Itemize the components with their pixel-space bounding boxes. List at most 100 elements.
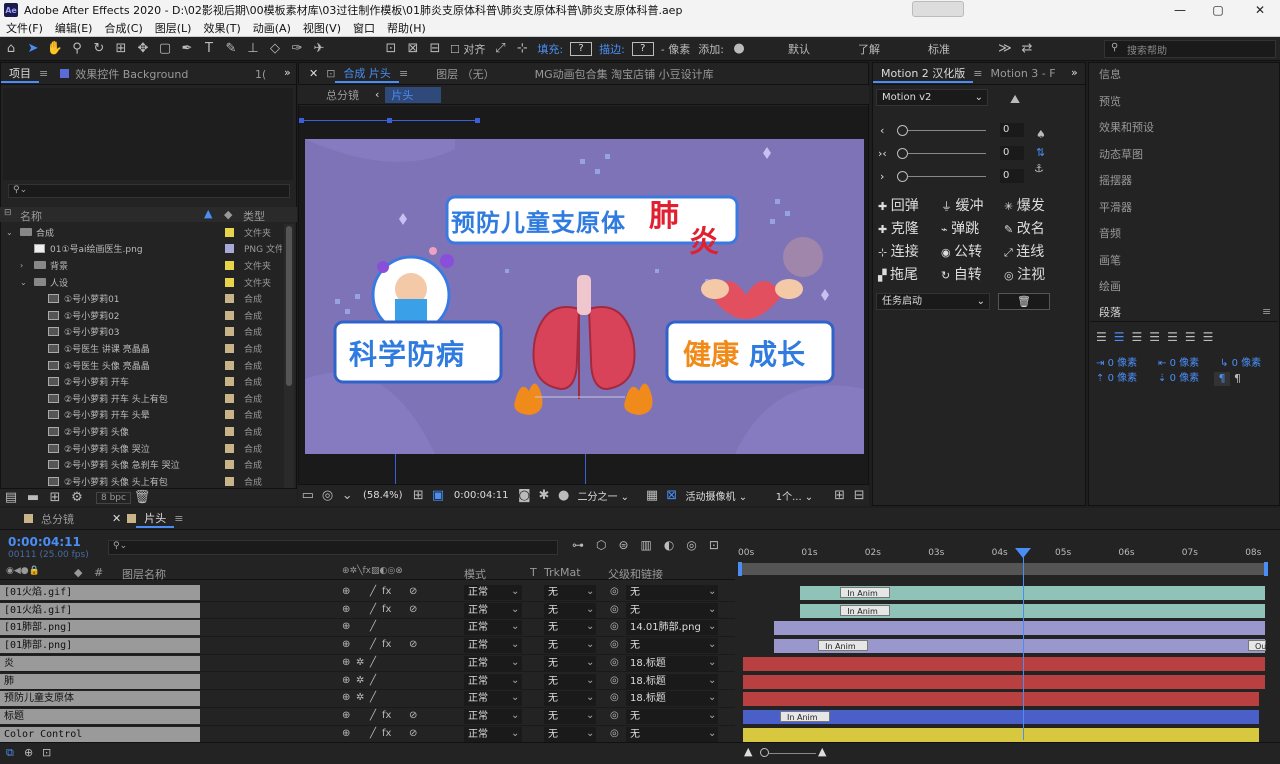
layer-track-bar[interactable]: [743, 656, 1266, 671]
close-button[interactable]: ✕: [1240, 0, 1280, 20]
layer-row[interactable]: ◉▢▢›14▣[01肺部.png]⊕╱fx⊘正常⌄无⌄◎无⌄: [0, 637, 735, 655]
fx-switch-icon[interactable]: fx: [382, 604, 391, 615]
rocket-icon[interactable]: ♠: [1036, 128, 1046, 141]
selection-tool-icon[interactable]: ➤: [22, 39, 44, 59]
layer-parent-select[interactable]: 18.标题: [626, 673, 718, 689]
motion-buffer-button[interactable]: ⏚ 缓冲: [941, 195, 984, 215]
motion-blur-icon[interactable]: ◐: [664, 538, 674, 552]
layer-parent-select[interactable]: 无: [626, 602, 718, 618]
layer-name[interactable]: [01肺部.png]: [0, 620, 200, 636]
motion-bounce-button[interactable]: ✚ 回弹: [878, 195, 919, 215]
motion-blur-switch-icon[interactable]: ⊘: [409, 604, 417, 615]
shy-switch-icon[interactable]: ⊕: [342, 675, 350, 686]
fx-switch-icon[interactable]: fx: [382, 586, 391, 597]
expand-arrow-icon[interactable]: ›: [20, 261, 23, 270]
panel-overflow-icon[interactable]: »: [284, 66, 291, 79]
work-area-end[interactable]: [1264, 562, 1268, 576]
snap-options-icon[interactable]: ⤢: [489, 39, 511, 59]
indent-first[interactable]: ↳ 0 像素: [1220, 354, 1261, 369]
toggle-switches-icon[interactable]: ⧉: [6, 746, 14, 760]
draft-3d-icon[interactable]: ⬡: [596, 538, 606, 552]
zoom-tool-icon[interactable]: ⚲: [66, 39, 88, 59]
zoom-out-icon[interactable]: ▲: [744, 745, 752, 758]
justify-left-icon[interactable]: ☰: [1149, 330, 1160, 344]
tab-mg-package[interactable]: MG动画包合集 淘宝店铺 小豆设计库: [527, 66, 722, 82]
eraser-tool-icon[interactable]: ◇: [264, 39, 286, 59]
justify-all-icon[interactable]: ☰: [1203, 330, 1214, 344]
workspace-learn[interactable]: 了解: [858, 41, 920, 57]
expand-arrow-icon[interactable]: ⌄: [6, 228, 13, 237]
layer-name[interactable]: Color Control: [0, 726, 200, 742]
slider-knob[interactable]: [897, 148, 908, 159]
shy-switch-icon[interactable]: ⊕: [342, 586, 350, 597]
indent-right[interactable]: ⇤ 0 像素: [1158, 354, 1199, 369]
pickwhip-icon[interactable]: ◎: [610, 621, 619, 632]
project-item[interactable]: › 背景 文件夹: [0, 257, 282, 274]
region-of-interest-icon[interactable]: ▣: [428, 486, 448, 506]
layer-parent-select[interactable]: 无: [626, 708, 718, 724]
layer-name[interactable]: 肺: [0, 673, 200, 689]
comp-stage[interactable]: 预防儿童支原体 肺 炎 科学防病 健康 成长: [305, 139, 864, 454]
pan-behind-tool-icon[interactable]: ✥: [132, 39, 154, 59]
pickwhip-icon[interactable]: ◎: [610, 604, 619, 615]
layer-name[interactable]: [01肺部.png]: [0, 638, 200, 654]
fill-swatch[interactable]: ?: [570, 41, 593, 56]
selection-handle[interactable]: [299, 118, 304, 123]
shy-switch-icon[interactable]: ⊕: [342, 657, 350, 668]
workspace-menu-icon[interactable]: ≫: [994, 39, 1016, 59]
menu-effect[interactable]: 效果(T): [197, 20, 246, 36]
project-search-input[interactable]: ⚲⌄: [8, 184, 290, 198]
motion-line-button[interactable]: ⤢ 连线: [1004, 241, 1044, 261]
roto-brush-tool-icon[interactable]: ✑: [286, 39, 308, 59]
label-swatch[interactable]: [225, 310, 234, 320]
layer-row[interactable]: ◉▢▢›13▣[01肺部.png]⊕╱正常⌄无⌄◎14.01肺部.png⌄: [0, 619, 735, 638]
layer-parent-select[interactable]: 14.01肺部.png: [626, 620, 718, 636]
ease-out-value[interactable]: 0: [1000, 123, 1024, 137]
type-tool-icon[interactable]: T: [198, 39, 220, 59]
right-panel-item[interactable]: 音频: [1099, 225, 1121, 241]
project-item[interactable]: ①号小萝莉01 合成: [0, 290, 282, 307]
workspace-default[interactable]: 默认: [788, 41, 850, 57]
shy-switch-icon[interactable]: ⊕: [342, 710, 350, 721]
layer-parent-select[interactable]: 18.标题: [626, 655, 718, 671]
pickwhip-icon[interactable]: ◎: [610, 657, 619, 668]
layer-track-bar[interactable]: [743, 727, 1259, 742]
add-dropdown-icon[interactable]: ●: [728, 39, 750, 59]
world-axis-icon[interactable]: ⊠: [402, 39, 424, 59]
pickwhip-icon[interactable]: ◎: [610, 675, 619, 686]
camera-select[interactable]: 活动摄像机 ⌄: [686, 488, 768, 503]
right-panel-item[interactable]: 动态草图: [1099, 146, 1143, 162]
space-before[interactable]: ⇡ 0 像素: [1096, 369, 1137, 384]
justify-center-icon[interactable]: ☰: [1167, 330, 1178, 344]
label-swatch[interactable]: [225, 343, 234, 353]
project-item[interactable]: ②号小萝莉 开车 头晕 合成: [0, 407, 282, 424]
show-snapshot-icon[interactable]: ✱: [534, 486, 554, 506]
pickwhip-icon[interactable]: ◎: [610, 710, 619, 721]
work-area-bar[interactable]: [740, 563, 1267, 575]
motion-spin-button[interactable]: ↻ 自转: [941, 264, 982, 284]
project-scrollbar[interactable]: [284, 224, 294, 488]
quality-switch-icon[interactable]: ╱: [370, 692, 376, 703]
selection-handle[interactable]: [475, 118, 480, 123]
motion-burst-button[interactable]: ✳ 爆发: [1004, 195, 1045, 215]
quality-switch-icon[interactable]: ╱: [370, 657, 376, 668]
views-select[interactable]: 1个... ⌄: [776, 488, 826, 503]
layer-track-bar[interactable]: [743, 674, 1266, 689]
workspace-standard[interactable]: 标准: [928, 41, 990, 57]
snapshot-icon[interactable]: ◙: [515, 486, 535, 506]
shy-switch-icon[interactable]: ⊕: [342, 639, 350, 650]
view-axis-icon[interactable]: ⊟: [424, 39, 446, 59]
align-center-icon[interactable]: ☰: [1114, 330, 1125, 344]
window-mini-widget[interactable]: [912, 1, 964, 17]
bpc-button[interactable]: 8 bpc: [96, 491, 131, 504]
tab-layer[interactable]: 图层 （无）: [428, 66, 503, 82]
task-select[interactable]: 任务启动 ⌄: [876, 293, 990, 310]
anchor-icon[interactable]: ⚓: [1034, 162, 1044, 175]
project-item[interactable]: ⌄ 合成 文件夹: [0, 224, 282, 241]
toggle-duration-icon[interactable]: ⊡: [42, 746, 51, 759]
minimize-button[interactable]: —: [1160, 0, 1200, 20]
pen-tool-icon[interactable]: ✒: [176, 39, 198, 59]
keyframe-marker[interactable]: In Anim: [780, 710, 831, 722]
menu-layer[interactable]: 图层(L): [149, 20, 198, 36]
layer-parent-select[interactable]: 无: [626, 726, 718, 742]
